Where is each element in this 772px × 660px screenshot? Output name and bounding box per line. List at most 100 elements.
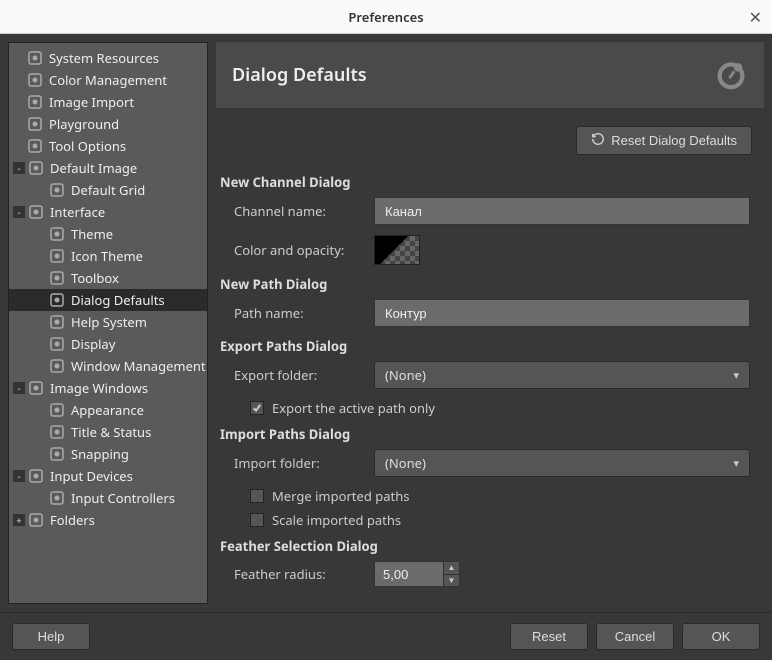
scale-imported-label: Scale imported paths [272, 511, 401, 529]
export-folder-label: Export folder: [234, 366, 374, 384]
tree-item-window-management[interactable]: Window Management [9, 355, 207, 377]
tree-item-theme[interactable]: Theme [9, 223, 207, 245]
panel-icon [28, 204, 44, 220]
preferences-tree[interactable]: System ResourcesColor Management Image Im… [8, 42, 208, 604]
windows-icon [49, 358, 65, 374]
tree-item-input-controllers[interactable]: Input Controllers [9, 487, 207, 509]
tree-item-label: Theme [71, 225, 113, 243]
export-folder-select[interactable]: (None) ▾ [374, 361, 750, 389]
window-title: Preferences [348, 8, 423, 26]
tree-item-label: Help System [71, 313, 147, 331]
tree-item-folders[interactable]: + Folders [9, 509, 207, 531]
spinner-up-icon[interactable]: ▲ [444, 562, 459, 575]
color-opacity-label: Color and opacity: [234, 241, 374, 259]
tree-item-label: Image Windows [50, 379, 148, 397]
fan-icon [27, 116, 43, 132]
collapse-icon[interactable]: - [13, 162, 25, 174]
toolbox-icon [49, 270, 65, 286]
tree-item-label: Display [71, 335, 115, 353]
channel-color-button[interactable] [374, 235, 420, 265]
export-active-only-checkbox[interactable] [250, 401, 264, 415]
tree-item-label: Toolbox [71, 269, 119, 287]
scale-imported-checkbox[interactable] [250, 513, 264, 527]
tree-item-label: Icon Theme [71, 247, 143, 265]
path-name-label: Path name: [234, 304, 374, 322]
import-folder-select[interactable]: (None) ▾ [374, 449, 750, 477]
tree-item-toolbox[interactable]: Toolbox [9, 267, 207, 289]
tree-item-label: Default Grid [71, 181, 145, 199]
tree-item-label: Window Management [71, 357, 206, 375]
path-name-input[interactable] [374, 299, 750, 327]
tree-item-color-management[interactable]: Color Management [9, 69, 207, 91]
section-export-paths: Export Paths Dialog [220, 337, 750, 355]
grid-icon [49, 182, 65, 198]
spinner-down-icon[interactable]: ▼ [444, 575, 459, 587]
dialog-footer: Help Reset Cancel OK [0, 612, 772, 660]
export-folder-value: (None) [385, 366, 426, 384]
mouse-icon [28, 468, 44, 484]
window-icon [28, 380, 44, 396]
tree-item-input-devices[interactable]: - Input Devices [9, 465, 207, 487]
tree-item-label: Folders [50, 511, 95, 529]
help-button[interactable]: Help [12, 623, 90, 650]
theme-icon [49, 226, 65, 242]
chevron-down-icon: ▾ [733, 456, 739, 471]
help-icon [49, 314, 65, 330]
tree-item-icon-theme[interactable]: Icon Theme [9, 245, 207, 267]
channel-name-input[interactable] [374, 197, 750, 225]
ok-button[interactable]: OK [682, 623, 760, 650]
tree-item-label: Input Devices [50, 467, 133, 485]
overlap-icon [27, 72, 43, 88]
tree-item-default-image[interactable]: -Default Image [9, 157, 207, 179]
tree-item-interface[interactable]: -Interface [9, 201, 207, 223]
feather-radius-input[interactable] [374, 561, 444, 587]
tree-item-snapping[interactable]: Snapping [9, 443, 207, 465]
reset-dialog-defaults-button[interactable]: Reset Dialog Defaults [576, 126, 752, 155]
tree-item-help-system[interactable]: Help System [9, 311, 207, 333]
close-icon[interactable]: ✕ [749, 6, 762, 28]
feather-radius-spinner[interactable]: ▲ ▼ [374, 561, 460, 587]
channel-name-label: Channel name: [234, 202, 374, 220]
tree-item-dialog-defaults[interactable]: Dialog Defaults [9, 289, 207, 311]
tree-item-image-import[interactable]: Image Import [9, 91, 207, 113]
tree-item-label: Playground [49, 115, 119, 133]
feather-radius-label: Feather radius: [234, 565, 374, 583]
titlebar: Preferences ✕ [0, 0, 772, 34]
tree-item-label: Dialog Defaults [71, 291, 165, 309]
image-icon [28, 160, 44, 176]
reset-icon [591, 132, 605, 149]
folders-icon [28, 512, 44, 528]
merge-imported-checkbox[interactable] [250, 489, 264, 503]
tree-item-display[interactable]: Display [9, 333, 207, 355]
tree-item-appearance[interactable]: Appearance [9, 399, 207, 421]
icons-icon [49, 248, 65, 264]
tree-item-label: Image Import [49, 93, 134, 111]
controller-icon [49, 490, 65, 506]
tree-item-label: Tool Options [49, 137, 126, 155]
section-import-paths: Import Paths Dialog [220, 425, 750, 443]
reset-dialog-defaults-label: Reset Dialog Defaults [611, 133, 737, 148]
tree-item-default-grid[interactable]: Default Grid [9, 179, 207, 201]
tree-item-label: Input Controllers [71, 489, 175, 507]
tree-item-system-resources[interactable]: System Resources [9, 47, 207, 69]
chevron-down-icon: ▾ [733, 368, 739, 383]
collapse-icon[interactable]: - [13, 470, 25, 482]
tree-item-image-windows[interactable]: - Image Windows [9, 377, 207, 399]
import-folder-value: (None) [385, 454, 426, 472]
appearance-icon [49, 402, 65, 418]
reset-button[interactable]: Reset [510, 623, 588, 650]
title-icon [49, 424, 65, 440]
export-active-only-label: Export the active path only [272, 399, 435, 417]
tree-item-tool-options[interactable]: Tool Options [9, 135, 207, 157]
page-header: Dialog Defaults [216, 42, 764, 108]
section-new-channel: New Channel Dialog [220, 173, 750, 191]
section-new-path: New Path Dialog [220, 275, 750, 293]
tree-item-label: Title & Status [71, 423, 151, 441]
tools-icon [27, 138, 43, 154]
cancel-button[interactable]: Cancel [596, 623, 674, 650]
collapse-icon[interactable]: - [13, 382, 25, 394]
tree-item-title-status[interactable]: Title & Status [9, 421, 207, 443]
collapse-icon[interactable]: - [13, 206, 25, 218]
expand-icon[interactable]: + [13, 514, 25, 526]
tree-item-playground[interactable]: Playground [9, 113, 207, 135]
